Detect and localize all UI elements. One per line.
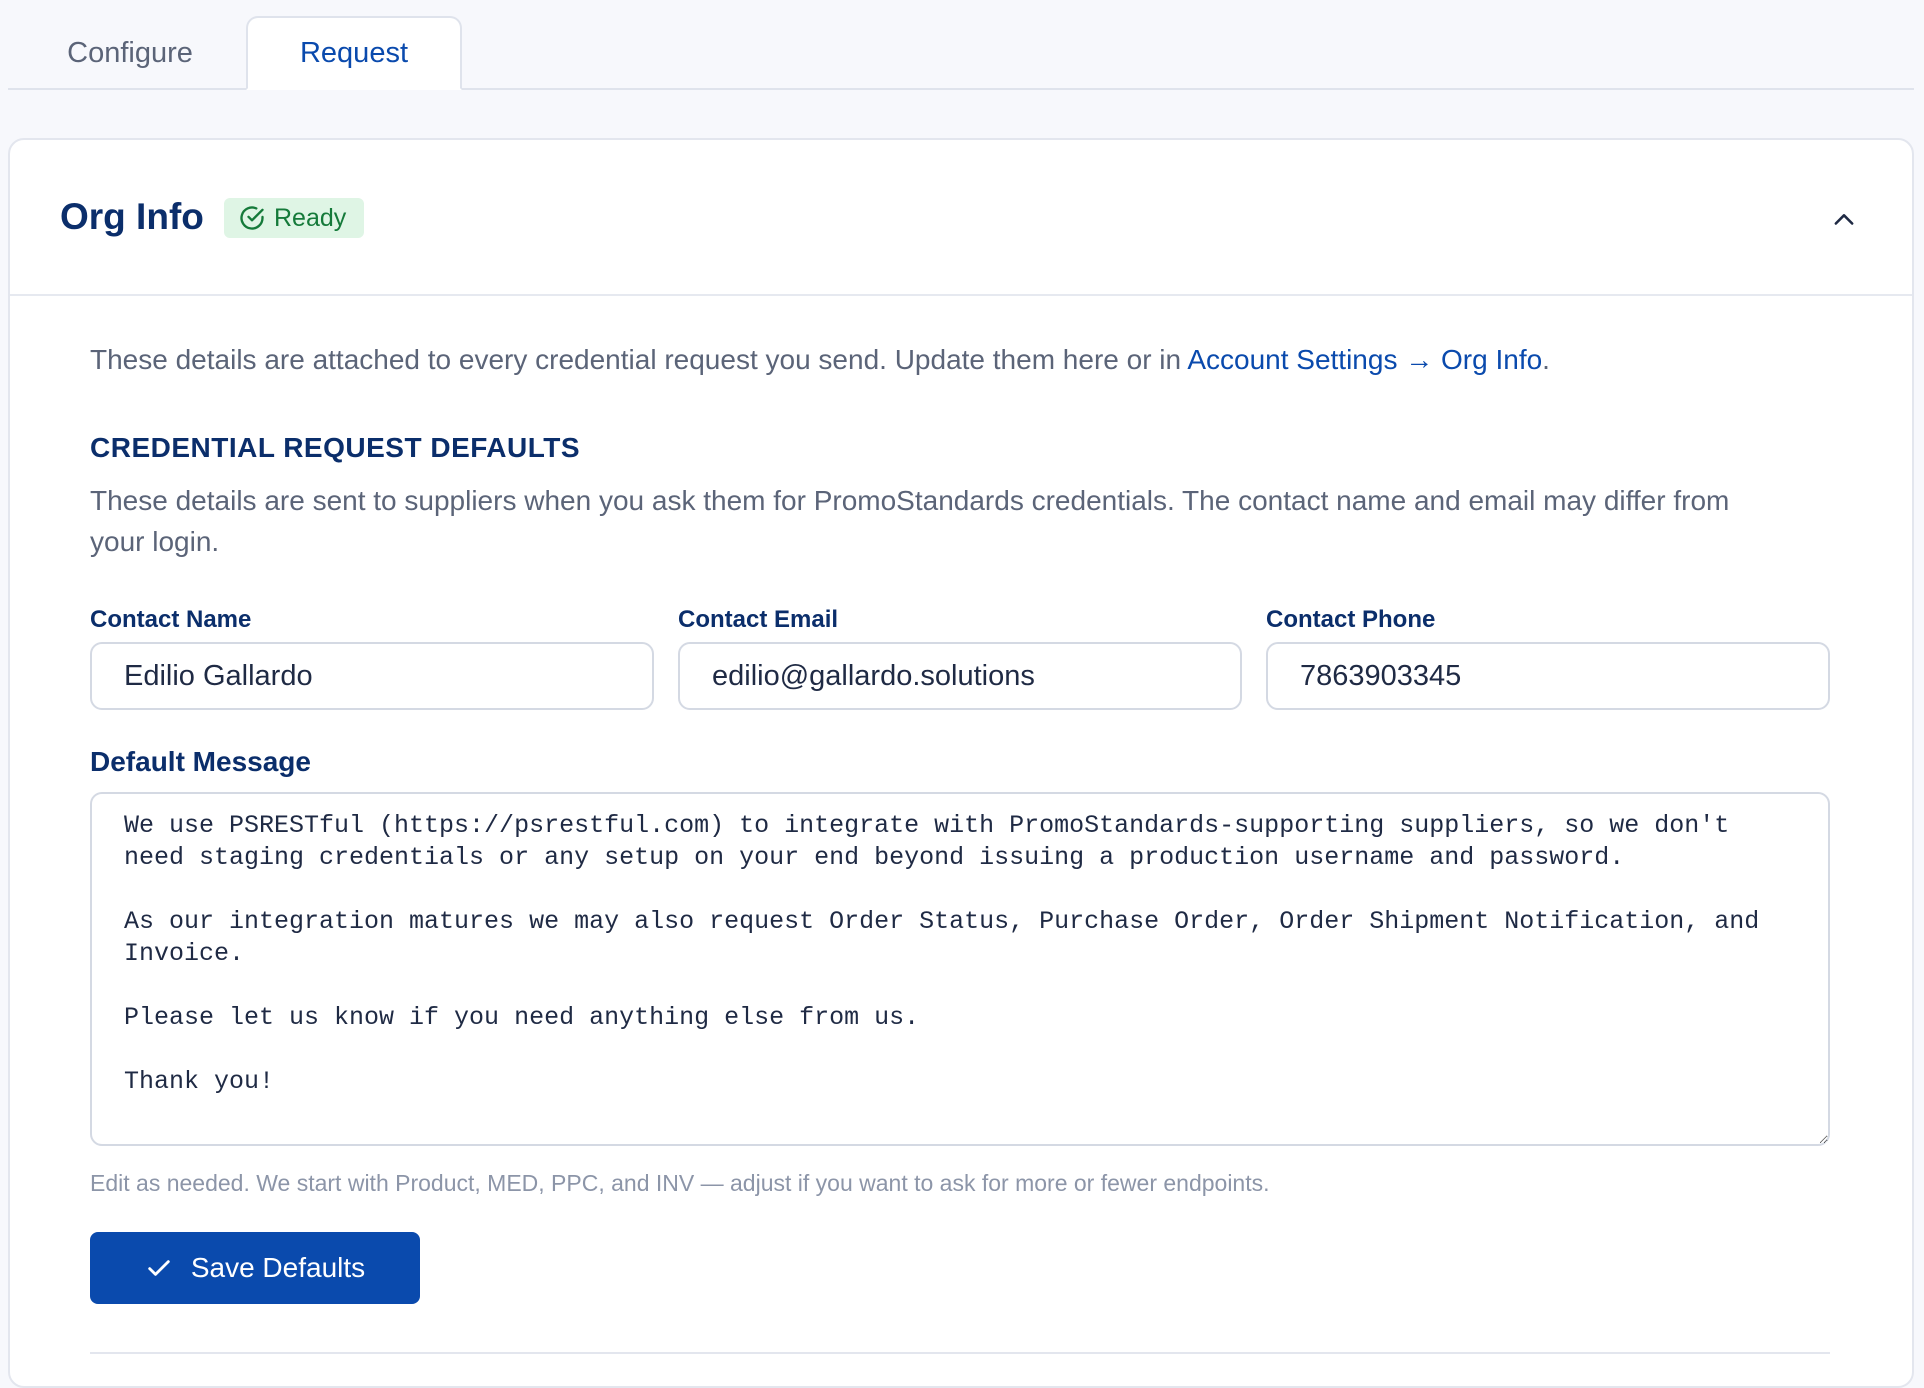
contact-name-input[interactable] <box>90 642 654 710</box>
default-message-label: Default Message <box>90 746 311 777</box>
intro-text-suffix: . <box>1542 344 1550 375</box>
card-header[interactable]: Org Info Ready <box>10 140 1912 296</box>
tab-configure[interactable]: Configure <box>20 16 240 90</box>
check-circle-icon <box>240 206 264 230</box>
chevron-up-icon <box>1834 214 1854 225</box>
account-settings-link[interactable]: Account Settings → Org Info <box>1187 344 1542 375</box>
check-icon <box>148 1260 170 1276</box>
card-title: Org Info <box>60 196 204 237</box>
status-badge-label: Ready <box>274 203 347 232</box>
default-message-textarea[interactable] <box>90 792 1830 1146</box>
contact-phone-input[interactable] <box>1266 642 1830 710</box>
intro-text: These details are attached to every cred… <box>90 344 1550 376</box>
contact-name-label: Contact Name <box>90 606 252 633</box>
contact-email-input[interactable] <box>678 642 1242 710</box>
section-description: These details are sent to suppliers when… <box>90 485 1730 557</box>
save-defaults-label: Save Defaults <box>190 1252 366 1283</box>
contact-email-label: Contact Email <box>678 606 839 633</box>
save-defaults-button[interactable]: Save Defaults <box>90 1232 420 1304</box>
intro-text-body: These details are attached to every cred… <box>90 344 1188 375</box>
tab-bar: Configure Request <box>8 0 1914 90</box>
divider <box>90 1352 1830 1354</box>
collapse-button[interactable] <box>1822 198 1866 242</box>
tab-request[interactable]: Request <box>246 16 462 90</box>
status-badge: Ready <box>224 198 365 238</box>
message-hint: Edit as needed. We start with Product, M… <box>90 1170 1270 1196</box>
contact-phone-label: Contact Phone <box>1266 606 1436 633</box>
section-title: CREDENTIAL REQUEST DEFAULTS <box>90 432 581 463</box>
